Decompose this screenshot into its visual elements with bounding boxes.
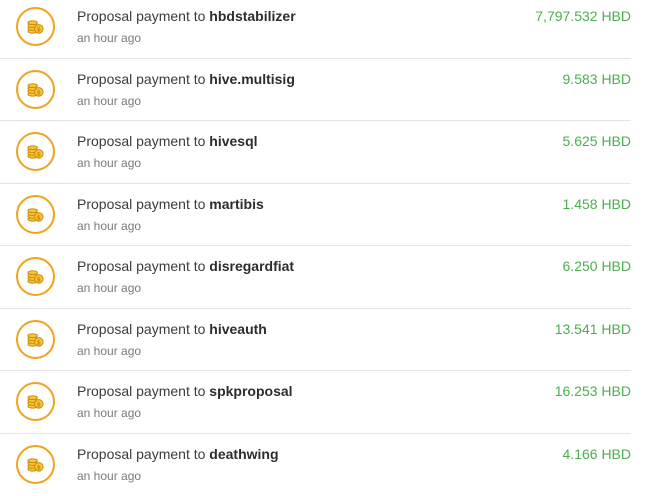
transaction-label: Proposal payment to — [77, 133, 205, 149]
transaction-label: Proposal payment to — [77, 446, 205, 462]
coins-icon: $ — [16, 70, 55, 109]
transaction-amount: 9.583 HBD — [563, 71, 631, 87]
svg-text:$: $ — [37, 26, 41, 33]
transaction-title: Proposal payment to hivesql — [77, 133, 258, 149]
transaction-time: an hour ago — [77, 281, 141, 295]
transaction-title: Proposal payment to spkproposal — [77, 383, 293, 399]
transaction-row[interactable]: $ Proposal payment to hiveauth an hour a… — [0, 309, 631, 372]
transaction-time: an hour ago — [77, 469, 141, 483]
svg-text:$: $ — [37, 89, 41, 96]
transaction-title: Proposal payment to disregardfiat — [77, 258, 294, 274]
svg-text:$: $ — [37, 464, 41, 471]
transaction-label: Proposal payment to — [77, 383, 205, 399]
transaction-recipient[interactable]: hiveauth — [209, 321, 267, 337]
transaction-time: an hour ago — [77, 344, 141, 358]
transaction-title: Proposal payment to hive.multisig — [77, 71, 295, 87]
transaction-amount: 4.166 HBD — [563, 446, 631, 462]
svg-text:$: $ — [37, 339, 41, 346]
transaction-recipient[interactable]: hbdstabilizer — [209, 8, 295, 24]
transaction-amount: 16.253 HBD — [555, 383, 631, 399]
coins-icon: $ — [16, 195, 55, 234]
transaction-amount: 6.250 HBD — [563, 258, 631, 274]
transaction-time: an hour ago — [77, 94, 141, 108]
transaction-row[interactable]: $ Proposal payment to hive.multisig an h… — [0, 59, 631, 122]
transaction-row[interactable]: $ Proposal payment to deathwing an hour … — [0, 434, 631, 496]
transaction-list: $ Proposal payment to hbdstabilizer an h… — [0, 0, 631, 496]
transaction-label: Proposal payment to — [77, 8, 205, 24]
coins-icon: $ — [16, 445, 55, 484]
transaction-label: Proposal payment to — [77, 71, 205, 87]
transaction-amount: 13.541 HBD — [555, 321, 631, 337]
transaction-label: Proposal payment to — [77, 321, 205, 337]
transaction-title: Proposal payment to deathwing — [77, 446, 279, 462]
transaction-amount: 7,797.532 HBD — [535, 8, 631, 24]
svg-text:$: $ — [37, 276, 41, 283]
coins-icon: $ — [16, 7, 55, 46]
transaction-title: Proposal payment to hbdstabilizer — [77, 8, 296, 24]
transaction-time: an hour ago — [77, 219, 141, 233]
transaction-time: an hour ago — [77, 156, 141, 170]
transaction-row[interactable]: $ Proposal payment to hbdstabilizer an h… — [0, 0, 631, 59]
transaction-time: an hour ago — [77, 406, 141, 420]
transaction-recipient[interactable]: hivesql — [209, 133, 257, 149]
transaction-recipient[interactable]: disregardfiat — [209, 258, 294, 274]
transaction-amount: 5.625 HBD — [563, 133, 631, 149]
svg-text:$: $ — [37, 401, 41, 408]
transaction-row[interactable]: $ Proposal payment to hivesql an hour ag… — [0, 121, 631, 184]
transaction-recipient[interactable]: spkproposal — [209, 383, 292, 399]
coins-icon: $ — [16, 132, 55, 171]
transaction-recipient[interactable]: hive.multisig — [209, 71, 295, 87]
transaction-recipient[interactable]: martibis — [209, 196, 263, 212]
coins-icon: $ — [16, 257, 55, 296]
svg-text:$: $ — [37, 151, 41, 158]
transaction-time: an hour ago — [77, 31, 141, 45]
transaction-row[interactable]: $ Proposal payment to spkproposal an hou… — [0, 371, 631, 434]
transaction-label: Proposal payment to — [77, 258, 205, 274]
transaction-title: Proposal payment to martibis — [77, 196, 264, 212]
svg-text:$: $ — [37, 214, 41, 221]
transaction-amount: 1.458 HBD — [563, 196, 631, 212]
transaction-row[interactable]: $ Proposal payment to martibis an hour a… — [0, 184, 631, 247]
transaction-recipient[interactable]: deathwing — [209, 446, 278, 462]
transaction-title: Proposal payment to hiveauth — [77, 321, 267, 337]
transaction-label: Proposal payment to — [77, 196, 205, 212]
transaction-row[interactable]: $ Proposal payment to disregardfiat an h… — [0, 246, 631, 309]
coins-icon: $ — [16, 320, 55, 359]
coins-icon: $ — [16, 382, 55, 421]
